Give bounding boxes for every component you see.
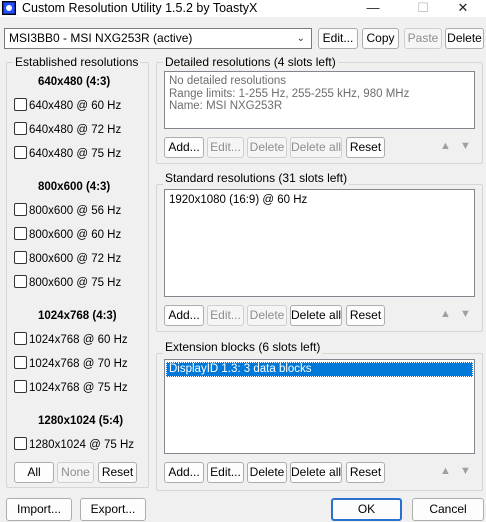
checkbox-1280x1024-75[interactable]: 1280x1024 @ 75 Hz	[14, 437, 134, 453]
extension-delete-button[interactable]: Delete	[247, 462, 287, 483]
list-item: Range limits: 1-255 Hz, 255-255 kHz, 980…	[169, 87, 410, 100]
extension-edit-button[interactable]: Edit...	[207, 462, 244, 483]
checkbox-box[interactable]	[14, 122, 27, 135]
display-select[interactable]: MSI3BB0 - MSI NXG253R (active) ⌄	[4, 28, 312, 49]
import-button[interactable]: Import...	[6, 498, 72, 521]
list-item: Name: MSI NXG253R	[169, 100, 283, 112]
detailed-resolutions-list[interactable]: No detailed resolutions Range limits: 1-…	[164, 71, 475, 129]
delete-display-button[interactable]: Delete	[445, 28, 484, 49]
established-resolutions-label: Established resolutions	[13, 55, 141, 69]
checkbox-label: 640x480 @ 75 Hz	[29, 148, 122, 160]
standard-delete-all-button[interactable]: Delete all	[290, 305, 342, 326]
checkbox-box[interactable]	[14, 203, 27, 216]
checkbox-label: 800x600 @ 75 Hz	[29, 277, 122, 289]
checkbox-box[interactable]	[14, 356, 27, 369]
checkbox-label: 640x480 @ 60 Hz	[29, 100, 122, 112]
checkbox-800x600-75[interactable]: 800x600 @ 75 Hz	[14, 275, 121, 291]
checkbox-label: 1024x768 @ 75 Hz	[29, 382, 128, 394]
checkbox-box[interactable]	[14, 98, 27, 111]
extension-reset-button[interactable]: Reset	[346, 462, 385, 483]
chevron-down-icon: ⌄	[296, 33, 305, 44]
checkbox-label: 800x600 @ 56 Hz	[29, 205, 122, 217]
checkbox-1024x768-60[interactable]: 1024x768 @ 60 Hz	[14, 332, 128, 348]
established-reset-button[interactable]: Reset	[98, 462, 137, 483]
checkbox-640x480-72[interactable]: 640x480 @ 72 Hz	[14, 122, 121, 138]
minimize-button[interactable]: —	[350, 0, 396, 17]
checkbox-label: 640x480 @ 72 Hz	[29, 124, 122, 136]
select-all-button[interactable]: All	[14, 462, 54, 483]
list-item[interactable]: 1920x1080 (16:9) @ 60 Hz	[165, 194, 474, 207]
move-up-arrow-icon[interactable]: ▲	[436, 137, 455, 156]
checkbox-label: 1280x1024 @ 75 Hz	[29, 439, 135, 451]
checkbox-640x480-60[interactable]: 640x480 @ 60 Hz	[14, 98, 121, 114]
move-down-arrow-icon[interactable]: ▼	[456, 462, 475, 481]
checkbox-label: 800x600 @ 60 Hz	[29, 229, 122, 241]
detailed-edit-button[interactable]: Edit...	[207, 137, 244, 158]
checkbox-box[interactable]	[14, 332, 27, 345]
checkbox-640x480-75[interactable]: 640x480 @ 75 Hz	[14, 146, 121, 162]
checkbox-box[interactable]	[14, 227, 27, 240]
detailed-delete-all-button[interactable]: Delete all	[290, 137, 342, 158]
section-title-640x480: 640x480 (4:3)	[38, 76, 111, 88]
checkbox-1024x768-75[interactable]: 1024x768 @ 75 Hz	[14, 380, 128, 396]
section-title-800x600: 800x600 (4:3)	[38, 181, 111, 193]
list-item-selected[interactable]: DisplayID 1.3: 3 data blocks	[166, 362, 473, 377]
standard-reset-button[interactable]: Reset	[346, 305, 385, 326]
detailed-delete-button[interactable]: Delete	[247, 137, 287, 158]
edit-display-button[interactable]: Edit...	[318, 28, 358, 49]
standard-resolutions-list[interactable]: 1920x1080 (16:9) @ 60 Hz	[164, 189, 475, 297]
checkbox-1024x768-70[interactable]: 1024x768 @ 70 Hz	[14, 356, 128, 372]
extension-add-button[interactable]: Add...	[164, 462, 204, 483]
checkbox-box[interactable]	[14, 251, 27, 264]
standard-resolutions-label: Standard resolutions (31 slots left)	[163, 171, 350, 185]
extension-delete-all-button[interactable]: Delete all	[290, 462, 342, 483]
select-none-button[interactable]: None	[57, 462, 94, 483]
list-item: No detailed resolutions	[169, 75, 286, 87]
copy-button[interactable]: Copy	[362, 28, 399, 49]
section-title-1280x1024: 1280x1024 (5:4)	[38, 415, 124, 427]
ok-button[interactable]: OK	[331, 498, 402, 521]
standard-edit-button[interactable]: Edit...	[207, 305, 244, 326]
checkbox-box[interactable]	[14, 437, 27, 450]
checkbox-box[interactable]	[14, 380, 27, 393]
extension-blocks-list[interactable]: DisplayID 1.3: 3 data blocks	[164, 359, 475, 454]
move-down-arrow-icon[interactable]: ▼	[456, 305, 475, 324]
window-title: Custom Resolution Utility 1.5.2 by Toast…	[22, 1, 258, 15]
paste-button[interactable]: Paste	[404, 28, 442, 49]
checkbox-label: 1024x768 @ 60 Hz	[29, 334, 128, 346]
monitor-app-icon	[2, 1, 16, 15]
checkbox-label: 800x600 @ 72 Hz	[29, 253, 122, 265]
cancel-button[interactable]: Cancel	[412, 498, 484, 521]
checkbox-800x600-60[interactable]: 800x600 @ 60 Hz	[14, 227, 121, 243]
close-button[interactable]: ✕	[440, 0, 486, 17]
standard-delete-button[interactable]: Delete	[247, 305, 287, 326]
detailed-add-button[interactable]: Add...	[164, 137, 204, 158]
detailed-resolutions-label: Detailed resolutions (4 slots left)	[163, 55, 338, 69]
title-bar: Custom Resolution Utility 1.5.2 by Toast…	[0, 0, 486, 17]
checkbox-box[interactable]	[14, 146, 27, 159]
checkbox-800x600-72[interactable]: 800x600 @ 72 Hz	[14, 251, 121, 267]
extension-blocks-label: Extension blocks (6 slots left)	[163, 340, 323, 354]
checkbox-800x600-56[interactable]: 800x600 @ 56 Hz	[14, 203, 121, 219]
standard-add-button[interactable]: Add...	[164, 305, 204, 326]
checkbox-label: 1024x768 @ 70 Hz	[29, 358, 128, 370]
export-button[interactable]: Export...	[80, 498, 146, 521]
checkbox-box[interactable]	[14, 275, 27, 288]
display-select-value: MSI3BB0 - MSI NXG253R (active)	[9, 31, 193, 45]
move-up-arrow-icon[interactable]: ▲	[436, 462, 455, 481]
section-title-1024x768: 1024x768 (4:3)	[38, 310, 117, 322]
move-down-arrow-icon[interactable]: ▼	[456, 137, 475, 156]
move-up-arrow-icon[interactable]: ▲	[436, 305, 455, 324]
detailed-reset-button[interactable]: Reset	[346, 137, 385, 158]
